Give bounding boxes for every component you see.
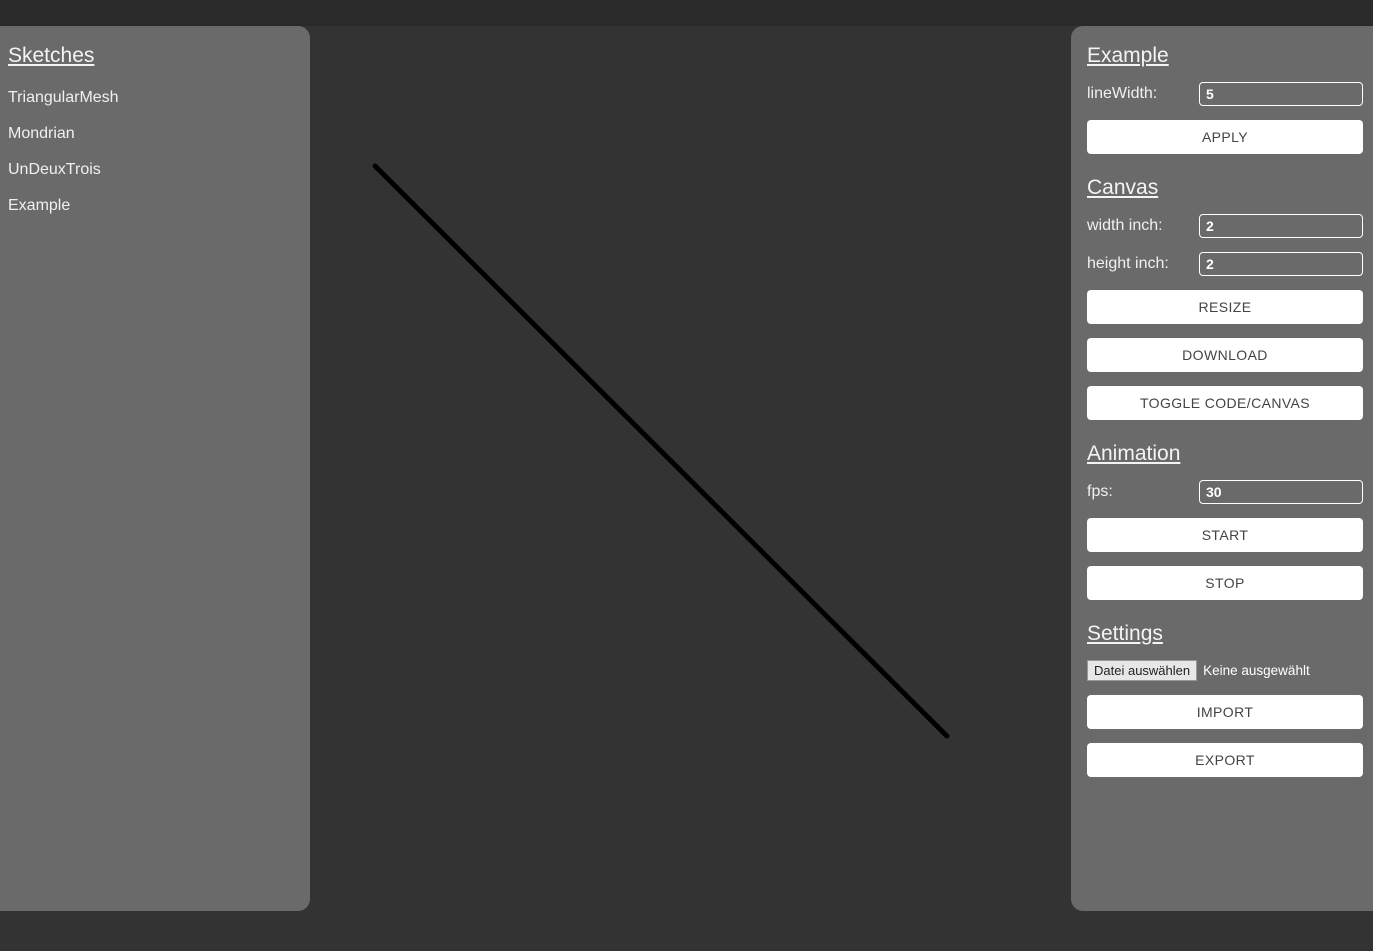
file-row: Datei auswählen Keine ausgewählt — [1087, 660, 1363, 681]
settings-group: Settings Datei auswählen Keine ausgewähl… — [1087, 622, 1363, 777]
file-choose-button[interactable]: Datei auswählen — [1087, 660, 1197, 681]
canvas-group: Canvas width inch: height inch: RESIZE D… — [1087, 176, 1363, 420]
settings-title: Settings — [1087, 622, 1363, 646]
height-row: height inch: — [1087, 252, 1363, 276]
import-button[interactable]: IMPORT — [1087, 695, 1363, 729]
sketch-item-example[interactable]: Example — [8, 188, 302, 224]
apply-button[interactable]: APPLY — [1087, 120, 1363, 154]
resize-button[interactable]: RESIZE — [1087, 290, 1363, 324]
width-input[interactable] — [1199, 214, 1363, 238]
sketch-item-triangularmesh[interactable]: TriangularMesh — [8, 80, 302, 116]
top-bar — [0, 0, 1373, 26]
sketch-item-mondrian[interactable]: Mondrian — [8, 116, 302, 152]
fps-row: fps: — [1087, 480, 1363, 504]
linewidth-label: lineWidth: — [1087, 85, 1199, 103]
sketch-canvas-svg — [310, 26, 1071, 951]
toggle-code-canvas-button[interactable]: TOGGLE CODE/CANVAS — [1087, 386, 1363, 420]
diagonal-line — [375, 166, 947, 736]
stop-button[interactable]: STOP — [1087, 566, 1363, 600]
canvas-area[interactable] — [310, 26, 1071, 951]
canvas-title: Canvas — [1087, 176, 1363, 200]
width-label: width inch: — [1087, 217, 1199, 235]
linewidth-input[interactable] — [1199, 82, 1363, 106]
linewidth-row: lineWidth: — [1087, 82, 1363, 106]
height-input[interactable] — [1199, 252, 1363, 276]
export-button[interactable]: EXPORT — [1087, 743, 1363, 777]
fps-input[interactable] — [1199, 480, 1363, 504]
file-status-text: Keine ausgewählt — [1203, 663, 1310, 678]
height-label: height inch: — [1087, 255, 1199, 273]
controls-panel: Example lineWidth: APPLY Canvas width in… — [1071, 26, 1373, 911]
width-row: width inch: — [1087, 214, 1363, 238]
animation-group: Animation fps: START STOP — [1087, 442, 1363, 600]
app-frame: Sketches TriangularMesh Mondrian UnDeuxT… — [0, 26, 1373, 951]
download-button[interactable]: DOWNLOAD — [1087, 338, 1363, 372]
example-title: Example — [1087, 44, 1363, 68]
sketch-item-undeuxtrois[interactable]: UnDeuxTrois — [8, 152, 302, 188]
start-button[interactable]: START — [1087, 518, 1363, 552]
sketches-title: Sketches — [8, 44, 302, 68]
fps-label: fps: — [1087, 483, 1199, 501]
example-group: Example lineWidth: APPLY — [1087, 44, 1363, 154]
animation-title: Animation — [1087, 442, 1363, 466]
sketches-sidebar: Sketches TriangularMesh Mondrian UnDeuxT… — [0, 26, 310, 911]
